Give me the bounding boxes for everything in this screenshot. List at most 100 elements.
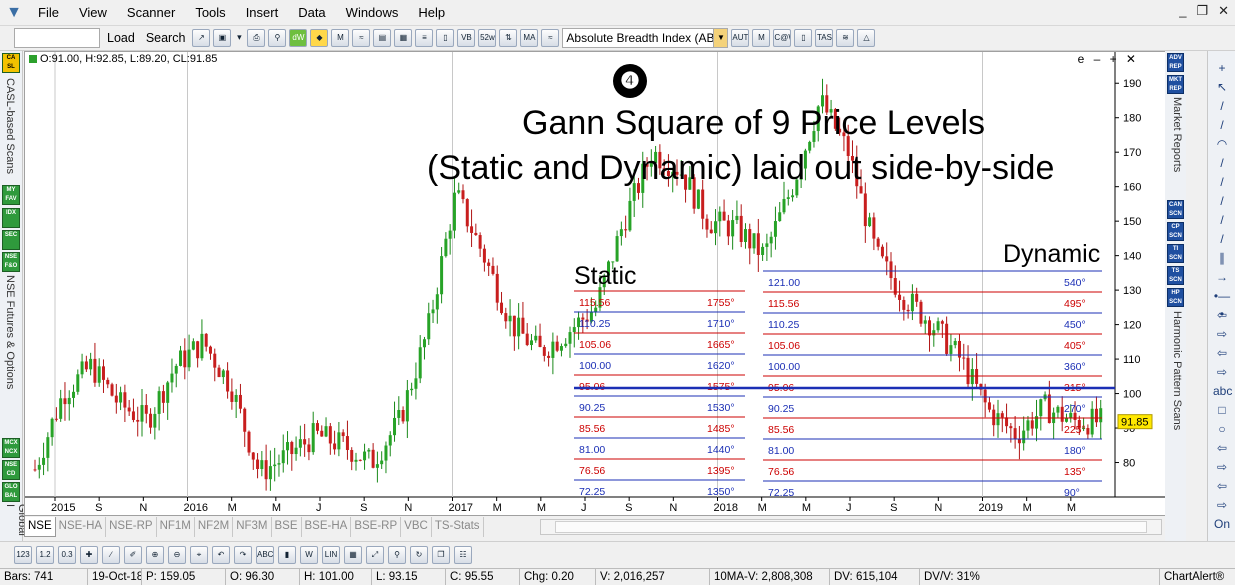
symbol-input[interactable] bbox=[14, 28, 100, 48]
draw-tool-17-icon[interactable]: abc bbox=[1213, 382, 1232, 400]
menu-data[interactable]: Data bbox=[288, 0, 335, 25]
calendar-icon[interactable]: ☷ bbox=[454, 545, 472, 564]
nse-cd-button[interactable]: NSE CD bbox=[2, 460, 20, 480]
lin-icon[interactable]: LIN bbox=[322, 545, 340, 564]
line-tool-icon[interactable]: ∕ bbox=[102, 545, 120, 564]
tab-nse-ha[interactable]: NSE-HA bbox=[55, 517, 107, 537]
dw-icon[interactable]: dW bbox=[289, 29, 308, 47]
menu-view[interactable]: View bbox=[69, 0, 117, 25]
sec-button[interactable]: SEC bbox=[2, 230, 20, 250]
draw-tool-7-icon[interactable]: / bbox=[1213, 192, 1231, 210]
copy-icon[interactable]: ❐ bbox=[432, 545, 450, 564]
window-icon[interactable]: ▦ bbox=[394, 29, 413, 47]
auto-fibo-icon[interactable]: AUTO FIBO bbox=[731, 29, 750, 47]
menu-file[interactable]: File bbox=[28, 0, 69, 25]
scrollbar-thumb[interactable] bbox=[555, 521, 1147, 533]
abc-icon[interactable]: ABC bbox=[256, 545, 274, 564]
harmonic-icon[interactable]: △ bbox=[857, 29, 876, 47]
can-scn-button[interactable]: CAN SCN bbox=[1167, 200, 1184, 219]
draw-tool-10-icon[interactable]: ∥ bbox=[1213, 249, 1231, 267]
menu-windows[interactable]: Windows bbox=[336, 0, 409, 25]
draw-tool-3-icon[interactable]: / bbox=[1213, 116, 1231, 134]
ma-icon[interactable]: MA bbox=[520, 29, 539, 47]
tab-nf2m[interactable]: NF2M bbox=[194, 517, 234, 537]
draw-tool-2-icon[interactable]: / bbox=[1213, 97, 1231, 115]
load-button[interactable]: Load bbox=[103, 28, 139, 48]
zoom-in-icon[interactable]: ⊕ bbox=[146, 545, 164, 564]
casl-scans-label[interactable]: CASL-based Scans bbox=[4, 78, 16, 174]
draw-tool-9-icon[interactable]: / bbox=[1213, 230, 1231, 248]
tab-bse-ha[interactable]: BSE-HA bbox=[301, 517, 352, 537]
chart-window-controls[interactable]: e – + ✕ bbox=[1078, 52, 1139, 66]
draw-tool-8-icon[interactable]: / bbox=[1213, 211, 1231, 229]
grid-icon[interactable]: ▦ bbox=[344, 545, 362, 564]
draw-tool-16-icon[interactable]: ⇨ bbox=[1213, 363, 1231, 381]
candle-pattern-icon[interactable]: ▯ bbox=[794, 29, 813, 47]
tab-nf1m[interactable]: NF1M bbox=[156, 517, 195, 537]
cw-tam-icon[interactable]: C@W TAM bbox=[773, 29, 792, 47]
market-reports-label[interactable]: Market Reports bbox=[1171, 97, 1183, 172]
cp-scn-button[interactable]: CP SCN bbox=[1167, 222, 1184, 241]
menu-scanner[interactable]: Scanner bbox=[117, 0, 185, 25]
dropdown-icon[interactable]: ▾ bbox=[234, 29, 244, 47]
draw-tool-15-icon[interactable]: ⇦ bbox=[1213, 344, 1231, 362]
cursor-tool-icon[interactable]: ↗ bbox=[192, 29, 211, 47]
hp-scn-button[interactable]: HP SCN bbox=[1167, 288, 1184, 307]
print-preview-icon[interactable]: ⚲ bbox=[268, 29, 287, 47]
layout-icon[interactable]: ▤ bbox=[373, 29, 392, 47]
decimal-icon[interactable]: 0.3 bbox=[58, 545, 76, 564]
draw-tool-18-icon[interactable]: □ bbox=[1213, 401, 1231, 419]
numbering-icon[interactable]: 123 bbox=[14, 545, 32, 564]
print-icon[interactable]: ⎙ bbox=[247, 29, 266, 47]
draw-icon[interactable]: ✐ bbox=[124, 545, 142, 564]
idx-button[interactable]: IDX bbox=[2, 208, 20, 228]
ti-scn-button[interactable]: TI SCN bbox=[1167, 244, 1184, 263]
52w-hilo-icon[interactable]: 52w Hi/Lo bbox=[478, 29, 497, 47]
zoom-out-icon[interactable]: ⊖ bbox=[168, 545, 186, 564]
menu-help[interactable]: Help bbox=[408, 0, 455, 25]
mcx-ncx-button[interactable]: MCX NCX bbox=[2, 438, 20, 458]
my-fav-button[interactable]: MY FAV bbox=[2, 185, 20, 205]
tab-bse[interactable]: BSE bbox=[271, 517, 302, 537]
draw-tool-1-icon[interactable]: ↖ bbox=[1213, 78, 1231, 96]
restore-icon[interactable]: ❐ bbox=[1196, 3, 1208, 19]
tab-nf3m[interactable]: NF3M bbox=[233, 517, 272, 537]
horizontal-scrollbar[interactable] bbox=[540, 519, 1162, 535]
chart-link-icon[interactable]: ≈ bbox=[352, 29, 371, 47]
indicator-select[interactable]: Absolute Breadth Index (ABI ▼ bbox=[562, 28, 729, 48]
bar-chart-icon[interactable]: ≡ bbox=[415, 29, 434, 47]
draw-tool-12-icon[interactable]: •—• bbox=[1213, 287, 1231, 321]
nse-fo-label[interactable]: NSE Futures & Options bbox=[4, 275, 16, 389]
tab-ts-stats[interactable]: TS-Stats bbox=[431, 517, 484, 537]
search-icon[interactable]: ⚲ bbox=[388, 545, 406, 564]
weekly-icon[interactable]: W bbox=[300, 545, 318, 564]
nse-fo-button[interactable]: NSE F&O bbox=[2, 252, 20, 272]
tab-nse[interactable]: NSE bbox=[24, 517, 56, 537]
draw-tool-5-icon[interactable]: / bbox=[1213, 154, 1231, 172]
adv-rep-button[interactable]: ADV REP bbox=[1167, 53, 1184, 72]
candles-icon[interactable]: ▯ bbox=[436, 29, 455, 47]
volume-icon[interactable]: VB bbox=[457, 29, 476, 47]
tab-nse-rp[interactable]: NSE-RP bbox=[106, 517, 157, 537]
draw-tool-0-icon[interactable]: + bbox=[1213, 59, 1231, 77]
draw-tool-24-icon[interactable]: On bbox=[1213, 515, 1231, 533]
diamond-icon[interactable]: ◆ bbox=[310, 29, 329, 47]
draw-tool-14-icon[interactable]: ⇨ bbox=[1213, 325, 1231, 343]
price-chart[interactable]: 190180170160150140130120110100908091.852… bbox=[24, 51, 1170, 516]
ts-scn-button[interactable]: TS SCN bbox=[1167, 266, 1184, 285]
draw-tool-4-icon[interactable]: ◠ bbox=[1213, 135, 1231, 153]
compare-icon[interactable]: ⇅ bbox=[499, 29, 518, 47]
draw-tool-23-icon[interactable]: ⇨ bbox=[1213, 496, 1231, 514]
m-icon[interactable]: M bbox=[331, 29, 350, 47]
close-icon[interactable]: ✕ bbox=[1218, 3, 1229, 19]
pivot-icon[interactable]: M PVT bbox=[752, 29, 771, 47]
draw-tool-11-icon[interactable]: → bbox=[1213, 268, 1231, 286]
draw-tool-13-icon[interactable]: ⇦ bbox=[1213, 306, 1231, 324]
harmonic-scans-label[interactable]: Harmonic Pattern Scans bbox=[1171, 311, 1183, 430]
global-button[interactable]: GLO BAL bbox=[2, 482, 20, 502]
chevron-down-icon[interactable]: ▼ bbox=[713, 29, 728, 47]
refresh-icon[interactable]: ↻ bbox=[410, 545, 428, 564]
draw-tool-21-icon[interactable]: ⇨ bbox=[1213, 458, 1231, 476]
crosshair-icon[interactable]: ✚ bbox=[80, 545, 98, 564]
forward-icon[interactable]: ↷ bbox=[234, 545, 252, 564]
